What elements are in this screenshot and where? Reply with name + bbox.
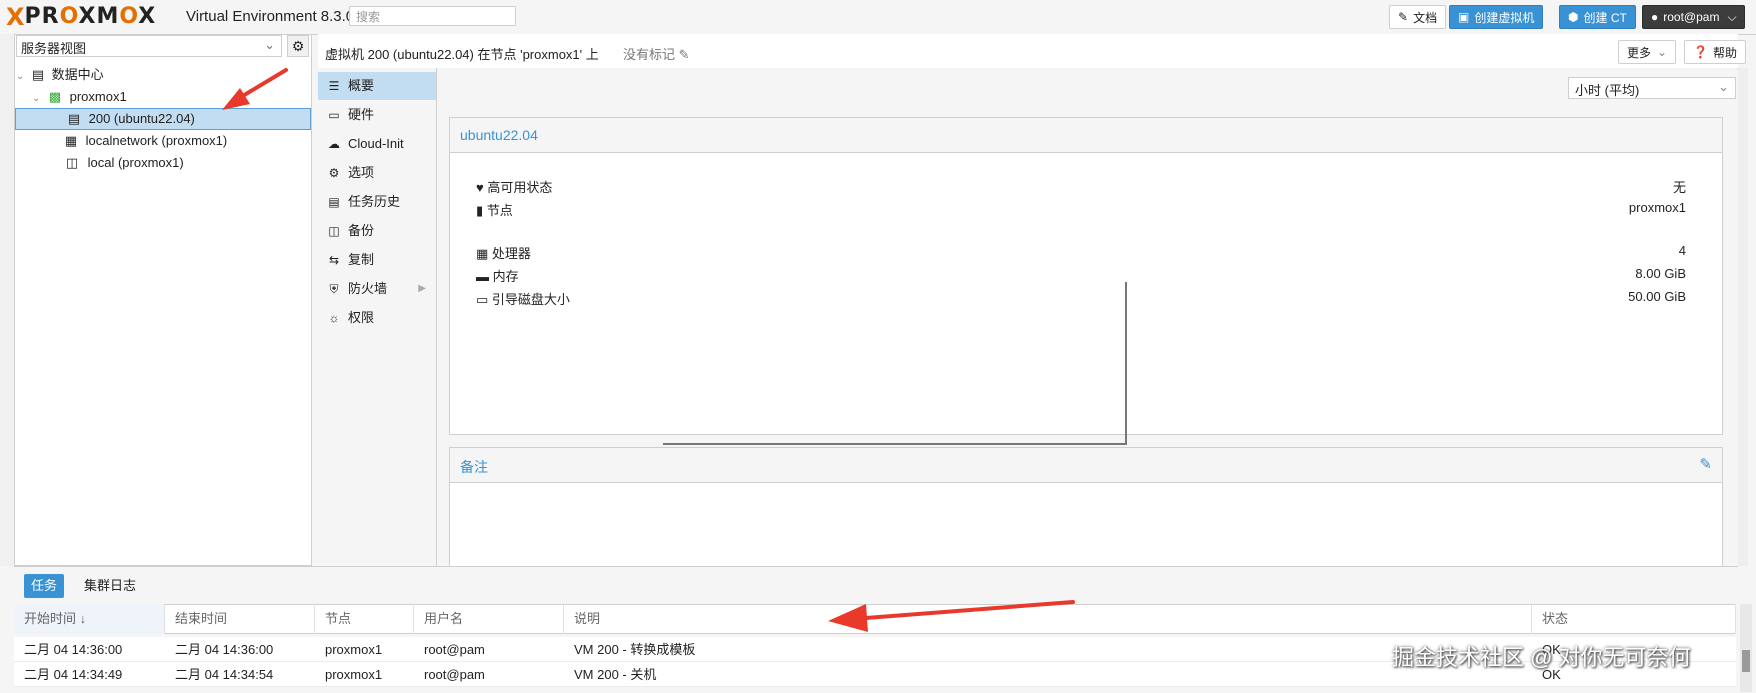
- annotation-arrows: [222, 68, 1075, 632]
- arrow-to-task-row: [828, 600, 1075, 632]
- arrow-to-vm: [222, 68, 288, 110]
